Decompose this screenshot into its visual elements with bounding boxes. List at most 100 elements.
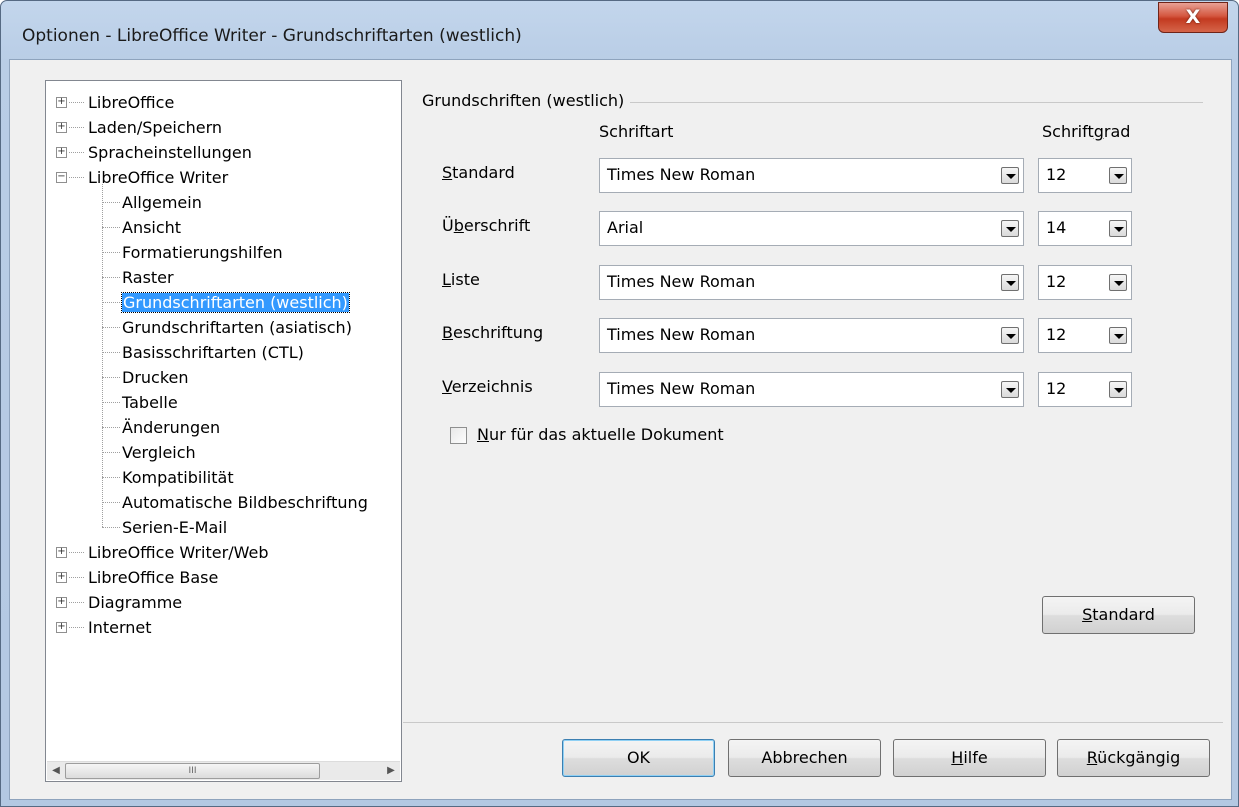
tree-item-label: Ansicht (122, 218, 182, 237)
font-name-value[interactable]: Times New Roman (607, 272, 755, 291)
tree-item[interactable]: LibreOffice Base (88, 565, 218, 590)
font-name-combobox[interactable]: Times New Roman (599, 372, 1024, 407)
font-name-combobox[interactable]: Times New Roman (599, 265, 1024, 300)
font-name-value[interactable]: Times New Roman (607, 325, 755, 344)
chevron-down-icon[interactable] (1001, 381, 1019, 398)
tree-item[interactable]: Änderungen (122, 415, 220, 440)
tree-item[interactable]: Formatierungshilfen (122, 240, 283, 265)
expand-icon[interactable]: + (56, 547, 67, 558)
expand-icon[interactable]: + (56, 572, 67, 583)
expand-icon[interactable]: + (56, 97, 67, 108)
font-name-combobox[interactable]: Times New Roman (599, 158, 1024, 193)
tree-branch-line (69, 602, 84, 603)
font-name-value[interactable]: Times New Roman (607, 165, 755, 184)
tree-branch-line (69, 177, 84, 178)
expand-icon[interactable]: + (56, 622, 67, 633)
font-column-header: Schriftart (599, 122, 674, 141)
tree-branch-line (102, 252, 120, 253)
tree-item[interactable]: LibreOffice Writer/Web (88, 540, 268, 565)
tree-branch-line (69, 577, 84, 578)
cancel-button[interactable]: Abbrechen (728, 739, 881, 777)
font-row-label: Liste (442, 270, 480, 289)
font-size-combobox[interactable]: 14 (1038, 211, 1132, 246)
tree-item[interactable]: Diagramme (88, 590, 182, 615)
tree-item-label: Vergleich (122, 443, 196, 462)
tree-item-label: Formatierungshilfen (122, 243, 283, 262)
font-size-value[interactable]: 12 (1046, 379, 1066, 398)
tree-item-label: Tabelle (122, 393, 178, 412)
tree-item[interactable]: Raster (122, 265, 174, 290)
font-row-label: Verzeichnis (442, 377, 533, 396)
tree-branch-line (102, 377, 120, 378)
tree-item[interactable]: Basisschriftarten (CTL) (122, 340, 304, 365)
close-button[interactable]: X (1158, 2, 1228, 33)
chevron-down-icon[interactable] (1001, 327, 1019, 344)
tree-item-label: LibreOffice Writer (88, 168, 229, 187)
expand-icon[interactable]: + (56, 122, 67, 133)
font-row-label: Standard (442, 163, 515, 182)
tree-item[interactable]: LibreOffice Writer (88, 165, 228, 190)
chevron-down-icon[interactable] (1109, 327, 1127, 344)
tree-branch-line (102, 427, 120, 428)
help-button[interactable]: Hilfe (893, 739, 1046, 777)
tree-branch-line (69, 102, 84, 103)
expand-icon[interactable]: + (56, 597, 67, 608)
font-size-value[interactable]: 12 (1046, 272, 1066, 291)
font-size-combobox[interactable]: 12 (1038, 372, 1132, 407)
tree-item[interactable]: Allgemein (122, 190, 202, 215)
chevron-down-icon[interactable] (1001, 274, 1019, 291)
scroll-thumb[interactable]: III (65, 763, 320, 779)
tree-branch-line (102, 527, 120, 528)
font-size-value[interactable]: 12 (1046, 165, 1066, 184)
chevron-down-icon[interactable] (1001, 167, 1019, 184)
tree-item-label: LibreOffice (88, 93, 175, 112)
font-name-value[interactable]: Times New Roman (607, 379, 755, 398)
ok-button[interactable]: OK (562, 739, 715, 777)
font-name-combobox[interactable]: Arial (599, 211, 1024, 246)
tree-item[interactable]: Ansicht (122, 215, 181, 240)
tree-branch-line (102, 302, 120, 303)
tree-item-label: Änderungen (122, 418, 221, 437)
tree-item[interactable]: Laden/Speichern (88, 115, 222, 140)
font-name-value[interactable]: Arial (607, 218, 643, 237)
standard-defaults-button[interactable]: Standard (1042, 596, 1195, 634)
tree-item-label: Spracheinstellungen (88, 143, 252, 162)
tree-item-label: Grundschriftarten (asiatisch) (122, 318, 352, 337)
chevron-down-icon[interactable] (1109, 220, 1127, 237)
tree-item[interactable]: Vergleich (122, 440, 196, 465)
tree-item[interactable]: Automatische Bildbeschriftung (122, 490, 368, 515)
tree-item[interactable]: Grundschriftarten (westlich) (121, 290, 350, 315)
tree-item[interactable]: LibreOffice (88, 90, 174, 115)
tree-branch-line (102, 202, 120, 203)
scroll-right-icon[interactable]: ▶ (384, 764, 398, 778)
tree-item[interactable]: Kompatibilität (122, 465, 234, 490)
current-document-only-checkbox[interactable] (450, 427, 467, 444)
options-tree[interactable]: ◀ III ▶ LibreOffice + Laden/Speichern + Spra… (45, 80, 402, 782)
tree-item[interactable]: Serien-E-Mail (122, 515, 227, 540)
tree-branch-line (102, 402, 120, 403)
font-size-combobox[interactable]: 12 (1038, 318, 1132, 353)
chevron-down-icon[interactable] (1001, 220, 1019, 237)
tree-item[interactable]: Spracheinstellungen (88, 140, 252, 165)
scroll-left-icon[interactable]: ◀ (49, 764, 63, 778)
font-size-combobox[interactable]: 12 (1038, 265, 1132, 300)
font-name-combobox[interactable]: Times New Roman (599, 318, 1024, 353)
expand-icon[interactable]: + (56, 147, 67, 158)
chevron-down-icon[interactable] (1109, 167, 1127, 184)
tree-item[interactable]: Tabelle (122, 390, 178, 415)
tree-item-label: Kompatibilität (122, 468, 234, 487)
tree-item[interactable]: Grundschriftarten (asiatisch) (122, 315, 352, 340)
font-size-combobox[interactable]: 12 (1038, 158, 1132, 193)
chevron-down-icon[interactable] (1109, 381, 1127, 398)
tree-item[interactable]: Internet (88, 615, 152, 640)
font-size-value[interactable]: 14 (1046, 218, 1066, 237)
chevron-down-icon[interactable] (1109, 274, 1127, 291)
reset-button[interactable]: Rückgängig (1057, 739, 1210, 777)
font-size-value[interactable]: 12 (1046, 325, 1066, 344)
collapse-icon[interactable]: − (56, 172, 67, 183)
tree-branch-line (69, 552, 84, 553)
button-separator (403, 722, 1223, 723)
current-document-only-label[interactable]: Nur für das aktuelle Dokument (477, 425, 724, 444)
tree-item[interactable]: Drucken (122, 365, 189, 390)
tree-horizontal-scrollbar[interactable]: ◀ III ▶ (47, 761, 400, 780)
